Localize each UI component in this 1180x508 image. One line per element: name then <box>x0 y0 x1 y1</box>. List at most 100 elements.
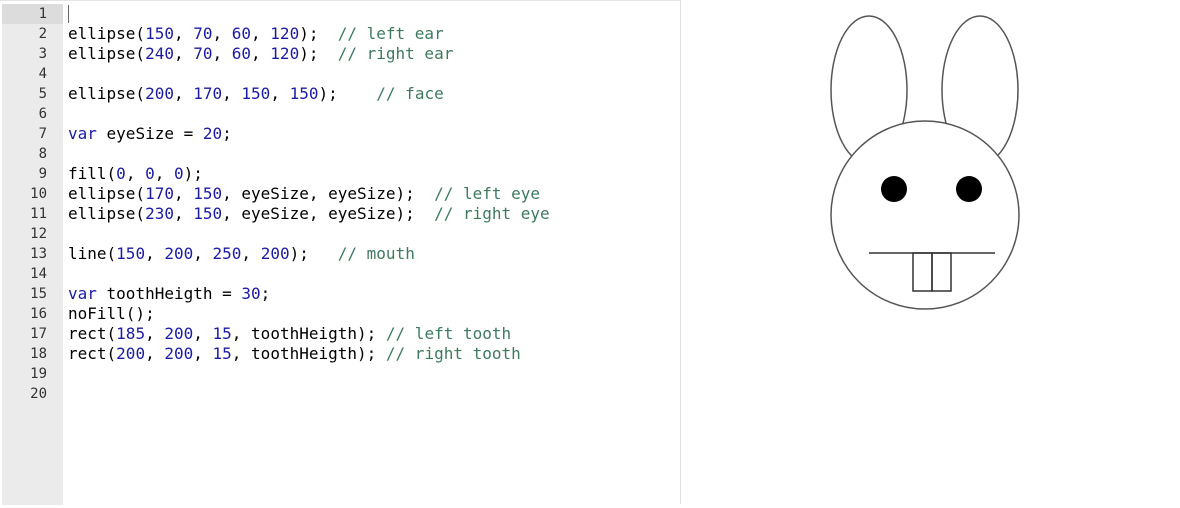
code-line[interactable]: 12 <box>0 224 680 244</box>
code-text[interactable]: ellipse(200, 170, 150, 150); // face <box>68 84 444 104</box>
line-number: 11 <box>30 206 47 222</box>
code-token: line( <box>68 244 117 263</box>
code-number: 70 <box>193 44 213 63</box>
code-token: , <box>173 184 194 203</box>
code-token: , <box>222 84 242 103</box>
line-number: 1 <box>2 4 63 24</box>
code-token: , eyeSize, eyeSize); <box>222 204 435 223</box>
code-line[interactable]: 18 rect(200, 200, 15, toothHeigth); // ri… <box>0 344 680 364</box>
code-number: 0 <box>116 164 126 183</box>
code-number: 185 <box>116 324 146 343</box>
code-number: 60 <box>231 44 252 63</box>
code-line[interactable]: 19 <box>0 364 680 384</box>
code-token: , <box>154 164 174 183</box>
line-number: 5 <box>38 86 47 102</box>
code-number: 200 <box>164 244 194 263</box>
code-comment: // left ear <box>337 24 444 43</box>
code-comment: // mouth <box>337 244 415 263</box>
code-line[interactable]: 1 <box>0 4 680 24</box>
code-line[interactable]: 20 <box>0 384 680 404</box>
code-number: 200 <box>164 344 194 363</box>
code-token: ellipse( <box>68 184 146 203</box>
code-text[interactable]: var eyeSize = 20; <box>68 124 232 144</box>
code-token: fill( <box>68 164 117 183</box>
code-line[interactable]: 10 ellipse(170, 150, eyeSize, eyeSize); /… <box>0 184 680 204</box>
code-text[interactable]: rect(200, 200, 15, toothHeigth); // righ… <box>68 344 521 364</box>
code-line[interactable]: 14 <box>0 264 680 284</box>
code-number: 150 <box>145 24 174 43</box>
code-number: 150 <box>241 84 271 103</box>
code-line[interactable]: 2 ellipse(150, 70, 60, 120); // left ear <box>0 24 680 44</box>
code-token: ); <box>299 24 338 43</box>
code-comment: // face <box>376 84 444 103</box>
code-line[interactable]: 15 var toothHeigth = 30; <box>0 284 680 304</box>
code-text[interactable]: line(150, 200, 250, 200); // mouth <box>68 244 415 264</box>
code-token: toothHeigth = <box>96 284 242 303</box>
code-comment: // right tooth <box>385 344 521 363</box>
code-token: , <box>241 244 261 263</box>
code-number: 0 <box>145 164 155 183</box>
code-line[interactable]: 6 <box>0 104 680 124</box>
code-comment: // left eye <box>434 184 541 203</box>
code-comment: // right eye <box>434 204 550 223</box>
code-line[interactable]: 16 noFill(); <box>0 304 680 324</box>
code-number: 200 <box>260 244 290 263</box>
code-comment: // right ear <box>337 44 454 63</box>
code-token: ; <box>260 284 271 303</box>
code-token: ); <box>299 44 338 63</box>
code-text[interactable]: noFill(); <box>68 304 155 324</box>
code-number: 170 <box>193 84 223 103</box>
code-text[interactable]: ellipse(170, 150, eyeSize, eyeSize); // … <box>68 184 540 204</box>
line-number: 16 <box>30 306 47 322</box>
code-token: ; <box>222 124 232 143</box>
code-token: , <box>125 164 146 183</box>
code-token: noFill(); <box>68 304 155 323</box>
code-token: , <box>270 84 290 103</box>
code-keyword: var <box>68 284 97 303</box>
code-number: 250 <box>212 244 242 263</box>
line-number: 4 <box>38 66 47 82</box>
code-text[interactable]: ellipse(150, 70, 60, 120); // left ear <box>68 24 444 44</box>
code-number: 150 <box>116 244 146 263</box>
code-token: , <box>145 344 165 363</box>
code-token: ); <box>289 244 338 263</box>
code-token: , <box>193 244 213 263</box>
code-line[interactable]: 4 <box>0 64 680 84</box>
code-line[interactable]: 8 <box>0 144 680 164</box>
output-canvas <box>681 0 1180 504</box>
code-number: 60 <box>231 24 252 43</box>
code-editor[interactable]: 1 2 ellipse(150, 70, 60, 120); // left ear… <box>0 0 680 505</box>
code-text[interactable]: ellipse(230, 150, eyeSize, eyeSize); // … <box>68 204 550 224</box>
code-number: 70 <box>193 24 213 43</box>
line-number: 13 <box>30 246 47 262</box>
code-line[interactable]: 5 ellipse(200, 170, 150, 150); // face <box>0 84 680 104</box>
code-token: eyeSize = <box>96 124 203 143</box>
code-number: 20 <box>202 124 223 143</box>
line-number: 19 <box>30 366 47 382</box>
code-number: 200 <box>116 344 146 363</box>
code-line[interactable]: 7 var eyeSize = 20; <box>0 124 680 144</box>
code-token: , <box>212 44 232 63</box>
line-number: 2 <box>38 26 47 42</box>
code-text[interactable]: ellipse(240, 70, 60, 120); // right ear <box>68 44 453 64</box>
code-text[interactable]: rect(185, 200, 15, toothHeigth); // left… <box>68 324 511 344</box>
code-line[interactable]: 17 rect(185, 200, 15, toothHeigth); // le… <box>0 324 680 344</box>
line-number: 20 <box>30 386 47 402</box>
code-number: 230 <box>145 204 174 223</box>
code-line[interactable]: 11 ellipse(230, 150, eyeSize, eyeSize); /… <box>0 204 680 224</box>
code-token: , <box>173 84 194 103</box>
code-token: , <box>251 24 271 43</box>
code-number: 30 <box>241 284 261 303</box>
line-number: 9 <box>38 166 47 182</box>
code-line[interactable]: 9 fill(0, 0, 0); <box>0 164 680 184</box>
code-number: 120 <box>270 44 300 63</box>
code-token: rect( <box>68 324 117 343</box>
code-token: , <box>212 24 232 43</box>
code-text[interactable]: var toothHeigth = 30; <box>68 284 270 304</box>
code-token: , <box>193 324 213 343</box>
code-line[interactable]: 13 line(150, 200, 250, 200); // mouth <box>0 244 680 264</box>
code-token: ellipse( <box>68 44 146 63</box>
code-line[interactable]: 3 ellipse(240, 70, 60, 120); // right ear <box>0 44 680 64</box>
code-text[interactable]: fill(0, 0, 0); <box>68 164 203 184</box>
code-token: , <box>173 204 194 223</box>
